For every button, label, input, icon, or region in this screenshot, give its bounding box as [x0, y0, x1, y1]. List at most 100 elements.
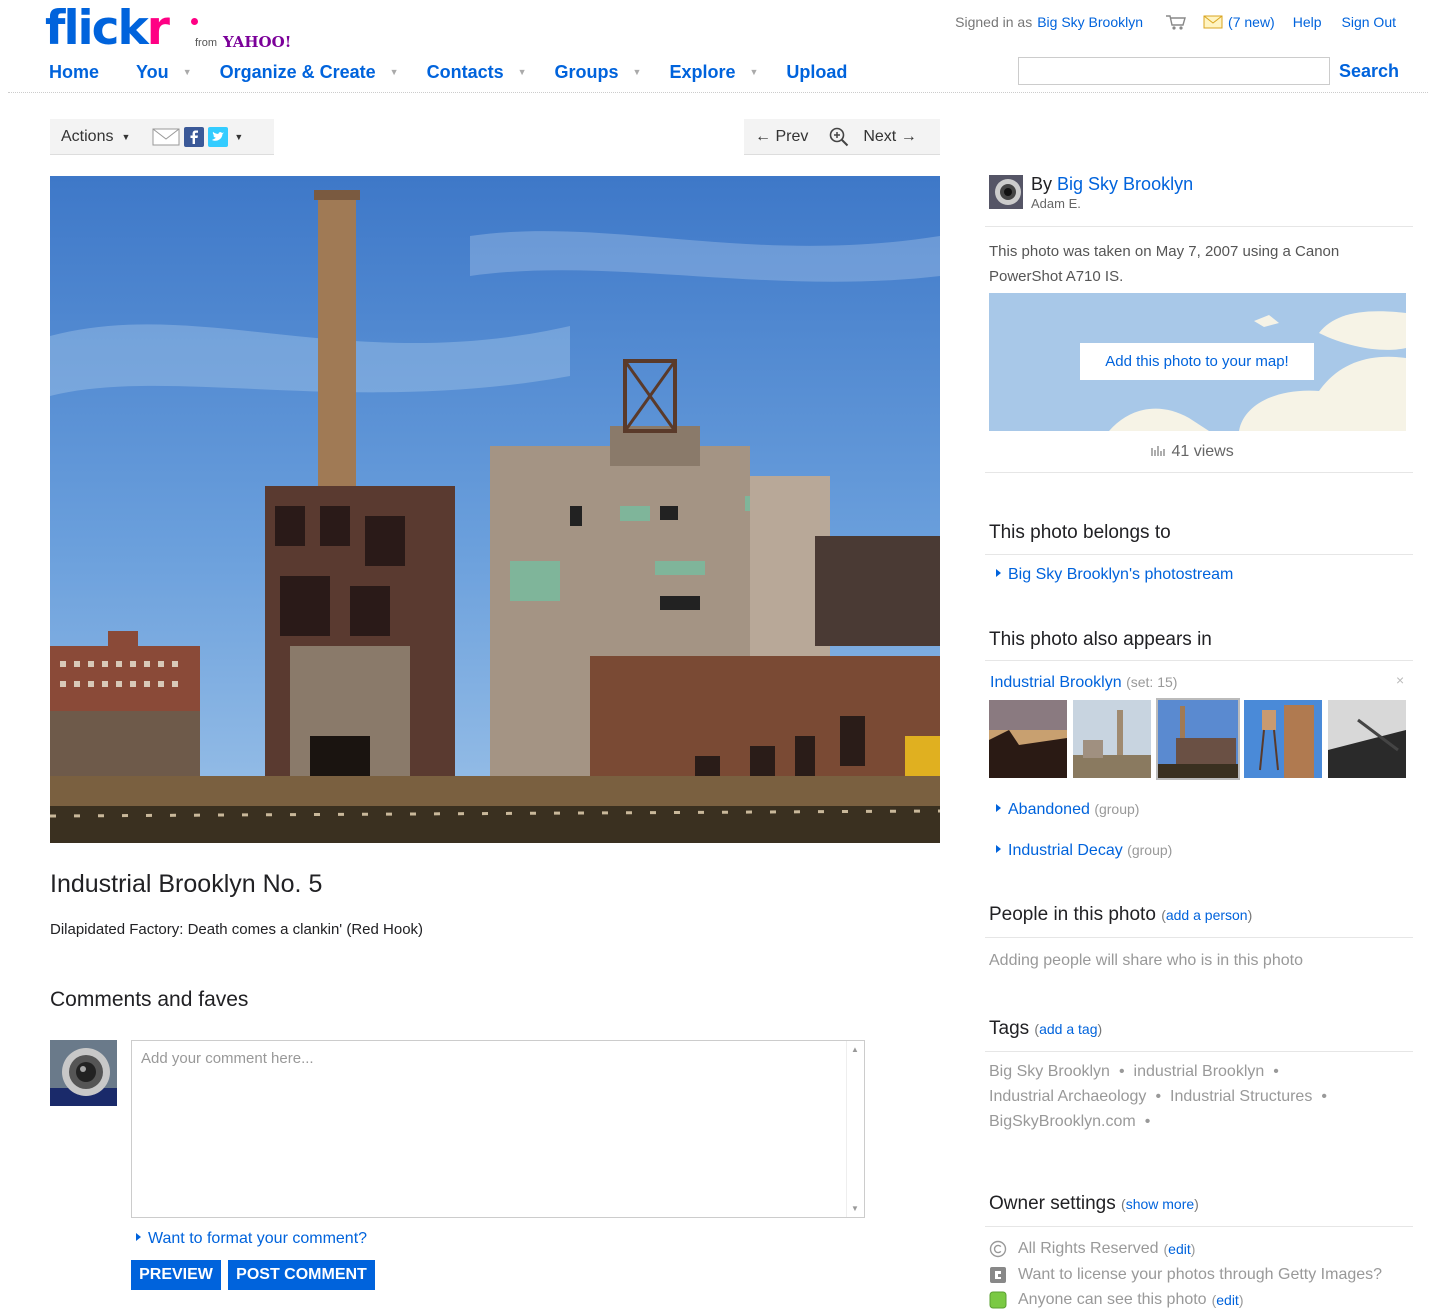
set-thumbnail[interactable]: [1244, 700, 1322, 778]
add-person-link[interactable]: add a person: [1166, 907, 1248, 923]
edit-visibility-link[interactable]: edit: [1216, 1292, 1239, 1308]
cart-icon[interactable]: [1165, 13, 1187, 31]
set-header: Industrial Brooklyn (set: 15): [990, 674, 1177, 692]
close-icon[interactable]: ×: [1396, 672, 1404, 688]
nav-label: You: [136, 61, 169, 82]
appears-heading: This photo also appears in: [989, 629, 1212, 650]
photo-description: Dilapidated Factory: Death comes a clank…: [50, 921, 424, 938]
zoom-icon[interactable]: [829, 127, 849, 147]
owner-settings-heading: Owner settings (show more): [989, 1193, 1199, 1214]
edit-rights-link[interactable]: edit: [1168, 1241, 1191, 1257]
owner-settings-label: Owner settings: [989, 1193, 1116, 1214]
email-share-icon[interactable]: [152, 127, 180, 147]
chevron-down-icon[interactable]: ▼: [234, 132, 243, 142]
expand-triangle-icon: [996, 569, 1001, 577]
set-thumbnail[interactable]: [1073, 700, 1151, 778]
set-thumbnail-current[interactable]: [1156, 698, 1240, 780]
tag-link[interactable]: Big Sky Brooklyn: [989, 1063, 1110, 1080]
visibility-row: Anyone can see this photo (edit): [989, 1291, 1244, 1309]
nav-contacts[interactable]: Contacts ▼: [427, 62, 555, 83]
views-label: 41 views: [1171, 443, 1234, 460]
owner-buddy-icon[interactable]: [989, 175, 1023, 209]
belongs-heading: This photo belongs to: [989, 522, 1171, 543]
chevron-down-icon[interactable]: ▼: [518, 67, 527, 77]
nav-explore[interactable]: Explore ▼: [669, 62, 786, 83]
nav-home[interactable]: Home: [49, 62, 136, 83]
nav-you[interactable]: You ▼: [136, 62, 220, 83]
by-label: By: [1031, 174, 1053, 194]
tags-row: Industrial Archaeology • Industrial Struct…: [989, 1088, 1327, 1105]
visibility-label: Anyone can see this photo: [1018, 1291, 1207, 1308]
add-tag-link[interactable]: add a tag: [1039, 1021, 1097, 1037]
group-item[interactable]: Abandoned (group): [996, 801, 1139, 819]
sidebar-divider: [985, 1226, 1413, 1227]
nav-upload[interactable]: Upload: [786, 62, 847, 83]
tag-link[interactable]: Industrial Structures: [1170, 1088, 1312, 1105]
license-link[interactable]: Want to license your photos through Gett…: [1018, 1266, 1382, 1284]
group-link[interactable]: Industrial Decay: [1008, 842, 1123, 859]
sidebar-divider: [985, 226, 1413, 227]
nav-label: Organize & Create: [219, 61, 376, 82]
flickr-logo[interactable]: flickr from YAHOO!: [45, 1, 291, 56]
show-more-link[interactable]: show more: [1126, 1196, 1194, 1212]
copyright-icon: [989, 1240, 1007, 1258]
group-item[interactable]: Industrial Decay (group): [996, 842, 1172, 860]
owner-link[interactable]: Big Sky Brooklyn: [1057, 174, 1193, 194]
main-photo[interactable]: [50, 176, 940, 843]
preview-button[interactable]: PREVIEW: [131, 1260, 221, 1290]
nav-label: Upload: [786, 61, 848, 82]
signed-in-user-link[interactable]: Big Sky Brooklyn: [1037, 14, 1143, 30]
set-count: (set: 15): [1126, 674, 1178, 690]
sign-out-link[interactable]: Sign Out: [1342, 14, 1396, 30]
nav-organize[interactable]: Organize & Create ▼: [220, 62, 427, 83]
scroll-up-icon[interactable]: ▲: [851, 1045, 859, 1054]
tag-link[interactable]: industrial Brooklyn: [1134, 1063, 1265, 1080]
comments-heading: Comments and faves: [50, 988, 249, 1011]
chevron-down-icon[interactable]: ▼: [390, 67, 399, 77]
scroll-down-icon[interactable]: ▼: [851, 1204, 859, 1213]
set-thumbnail[interactable]: [1328, 700, 1406, 778]
post-comment-button[interactable]: POST COMMENT: [228, 1260, 375, 1290]
actions-menu-button[interactable]: Actions: [61, 128, 113, 146]
twitter-icon[interactable]: [208, 126, 229, 147]
search-input[interactable]: [1018, 57, 1330, 85]
chevron-down-icon[interactable]: ▼: [750, 67, 759, 77]
format-comment-toggle[interactable]: Want to format your comment?: [136, 1230, 367, 1248]
taken-info-line: This photo was taken on May 7, 2007 usin…: [989, 243, 1340, 260]
nav-groups[interactable]: Groups ▼: [555, 62, 670, 83]
add-to-map-label[interactable]: Add this photo to your map!: [1105, 353, 1288, 370]
nav-label: Explore: [669, 61, 736, 82]
mail-icon[interactable]: [1203, 15, 1223, 29]
tag-link[interactable]: BigSkyBrooklyn.com: [989, 1113, 1136, 1130]
yahoo-logo: YAHOO!: [223, 33, 292, 51]
chevron-down-icon[interactable]: ▼: [183, 67, 192, 77]
taken-info: This photo was taken on May 7, 2007 usin…: [989, 239, 1339, 289]
logo-text-r: r: [146, 1, 170, 56]
people-heading: People in this photo (add a person): [989, 904, 1253, 925]
chevron-down-icon[interactable]: ▼: [633, 67, 642, 77]
sidebar-divider: [985, 937, 1413, 938]
group-link[interactable]: Abandoned: [1008, 801, 1090, 818]
taken-info-line: PowerShot A710 IS.: [989, 268, 1124, 285]
photo-title[interactable]: Industrial Brooklyn No. 5: [50, 870, 322, 899]
set-thumbnail[interactable]: [989, 700, 1067, 778]
chevron-down-icon[interactable]: ▼: [121, 132, 130, 142]
photostream-link[interactable]: Big Sky Brooklyn's photostream: [1008, 566, 1233, 583]
add-to-map-button[interactable]: Add this photo to your map!: [1080, 343, 1314, 380]
comment-textarea[interactable]: Add your comment here... ▲ ▼: [131, 1040, 865, 1218]
set-link[interactable]: Industrial Brooklyn: [990, 674, 1122, 691]
format-comment-link[interactable]: Want to format your comment?: [148, 1230, 367, 1247]
user-avatar[interactable]: [50, 1040, 117, 1106]
facebook-icon[interactable]: [184, 126, 205, 147]
next-button[interactable]: Next →: [863, 128, 916, 146]
tag-link[interactable]: Industrial Archaeology: [989, 1088, 1146, 1105]
photostream-item[interactable]: Big Sky Brooklyn's photostream: [996, 566, 1233, 584]
textarea-scrollbar[interactable]: ▲ ▼: [846, 1041, 864, 1217]
sidebar-divider: [985, 660, 1413, 661]
search-button[interactable]: Search: [1339, 61, 1399, 82]
mail-count-link[interactable]: (7 new): [1228, 14, 1275, 30]
prev-button[interactable]: ← Prev: [755, 128, 808, 146]
sidebar-divider: [985, 472, 1413, 473]
people-note: Adding people will share who is in this …: [989, 952, 1303, 969]
help-link[interactable]: Help: [1293, 14, 1322, 30]
